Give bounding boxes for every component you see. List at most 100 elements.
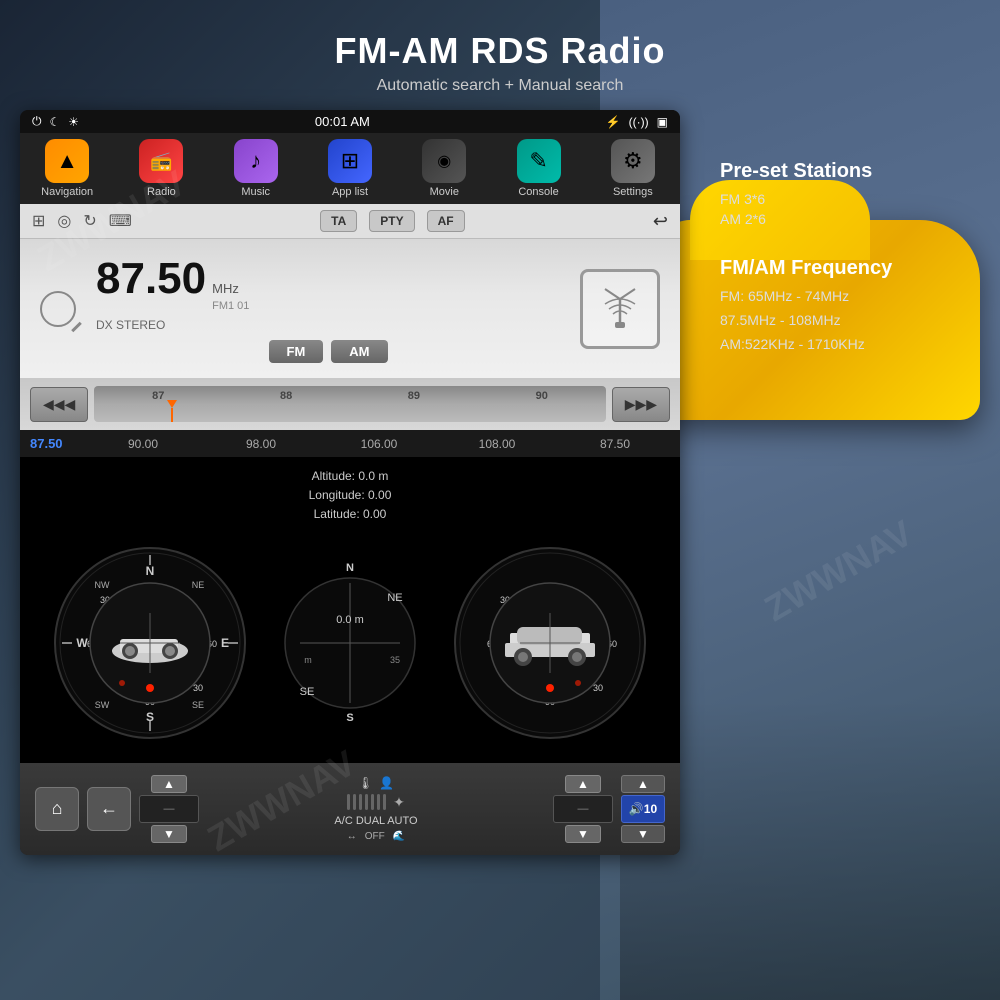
main-content: ZWWNAV ZWWNAV ZWWNAV FM-AM RDS Radio Aut…	[0, 0, 1000, 875]
equalizer-icon: ⊞	[32, 211, 45, 231]
page-subtitle: Automatic search + Manual search	[20, 77, 980, 95]
svg-text:E: E	[221, 636, 229, 650]
gps-section: Altitude: 0.0 m Longitude: 0.00 Latitude…	[20, 457, 680, 763]
frequency-unit: MHz FM1 01	[212, 281, 249, 314]
vol-value: 10	[644, 802, 657, 816]
applist-app-item[interactable]: ⊞ App list	[303, 139, 397, 198]
altitude-label: Altitude: 0.0 m	[35, 467, 665, 486]
climate-bar: ⌂ ← ▲ — ▼ 🌡 👤	[20, 763, 680, 855]
preset-5[interactable]: 87.50	[560, 437, 670, 451]
am-button[interactable]: AM	[331, 340, 387, 363]
vol-up-button[interactable]: ▲	[621, 775, 665, 793]
fm-button[interactable]: FM	[269, 340, 324, 363]
status-bar: ⏻ ☾ ☀ 00:01 AM ⚡ ((·)) ▣	[20, 110, 680, 133]
app-bar: ▲ Navigation 📻 Radio ♪ Music ⊞ App list …	[20, 133, 680, 204]
page-title: FM-AM RDS Radio	[20, 30, 980, 72]
nav-app-item[interactable]: ▲ Navigation	[20, 139, 114, 198]
repeat-icon: ↻	[83, 211, 96, 231]
tuner-mark-87: 87	[152, 390, 164, 402]
radio-app-item[interactable]: 📻 Radio	[114, 139, 208, 198]
latitude-label: Latitude: 0.00	[35, 505, 665, 524]
antenna-icon	[580, 269, 660, 349]
pty-button[interactable]: PTY	[369, 210, 414, 232]
temp-down-button[interactable]: ▼	[151, 825, 187, 843]
settings-icon: ⚙	[611, 139, 655, 183]
vent-line-2	[353, 794, 356, 810]
svg-text:S: S	[346, 712, 353, 724]
keyboard-icon: ⌨	[109, 211, 132, 231]
back-nav-button[interactable]: ←	[87, 787, 131, 831]
applist-label: App list	[332, 186, 368, 198]
preset-stations-title: Pre-set Stations	[720, 160, 980, 183]
ac-icons-row: 🌡 👤	[358, 776, 394, 790]
vol-down-button[interactable]: ▼	[621, 825, 665, 843]
movie-app-item[interactable]: ◉ Movie	[397, 139, 491, 198]
scan-icon: ◎	[57, 211, 71, 231]
next-button[interactable]: ▶▶▶	[612, 387, 670, 422]
ac-sub-row: ↔ OFF 🌊	[347, 831, 405, 842]
ta-button[interactable]: TA	[320, 210, 357, 232]
movie-icon: ◉	[422, 139, 466, 183]
console-app-item[interactable]: ✎ Console	[491, 139, 585, 198]
console-label: Console	[518, 186, 558, 198]
music-app-item[interactable]: ♪ Music	[209, 139, 303, 198]
off-label: OFF	[365, 831, 385, 842]
console-icon: ✎	[517, 139, 561, 183]
nav-icon: ▲	[45, 139, 89, 183]
vent-line-5	[371, 794, 374, 810]
fan-icon: ✦	[393, 794, 405, 811]
svg-text:SW: SW	[95, 700, 110, 710]
home-button[interactable]: ⌂	[35, 787, 79, 831]
svg-text:SE: SE	[300, 686, 315, 698]
radio-controls-bar: ⊞ ◎ ↻ ⌨ TA PTY AF ↩	[20, 204, 680, 239]
prev-button[interactable]: ◀◀◀	[30, 387, 88, 422]
power-icon: ⏻	[32, 114, 42, 129]
usb-icon: ⚡	[606, 115, 621, 129]
preset-2[interactable]: 98.00	[206, 437, 316, 451]
temp-up-button[interactable]: ▲	[151, 775, 187, 793]
device-screen: ⏻ ☾ ☀ 00:01 AM ⚡ ((·)) ▣ ▲ Navigation 📻 …	[20, 110, 680, 855]
nav-label: Navigation	[41, 186, 93, 198]
ac-temp-icon: 🌡	[358, 776, 373, 790]
compass-svg: N S NE SE 0.0 m m 35	[280, 543, 420, 743]
speaker-icon: 🔊	[629, 802, 644, 816]
preset-4[interactable]: 108.00	[442, 437, 552, 451]
gps-info: Altitude: 0.0 m Longitude: 0.00 Latitude…	[35, 467, 665, 525]
dx-stereo-label: DX STEREO	[96, 318, 560, 332]
preset-active[interactable]: 87.50	[30, 436, 80, 451]
fm-am-toggle: FM AM	[96, 340, 560, 363]
radio-icon: 📻	[139, 139, 183, 183]
vol-display: 🔊 10	[621, 795, 665, 823]
volume-control: ▲ 🔊 10 ▼	[621, 775, 665, 843]
settings-app-item[interactable]: ⚙ Settings	[586, 139, 680, 198]
tuner-bar[interactable]: 87 88 89 90	[94, 386, 605, 422]
right-temp-down-button[interactable]: ▼	[565, 825, 601, 843]
moon-icon: ☾	[50, 115, 61, 129]
window-icon: ▣	[657, 115, 668, 129]
right-temp-up-button[interactable]: ▲	[565, 775, 601, 793]
af-button[interactable]: AF	[427, 210, 465, 232]
music-label: Music	[241, 186, 270, 198]
settings-label: Settings	[613, 186, 653, 198]
seat-icon: 👤	[379, 776, 394, 790]
wifi-icon: ((·))	[629, 115, 649, 129]
watermark-2: ZWWNAV	[757, 512, 919, 630]
svg-text:m: m	[304, 655, 312, 665]
movie-label: Movie	[430, 186, 459, 198]
frequency-title: FM/AM Frequency	[720, 257, 980, 280]
gauges-row: N S W E NE SE NW SW 90 90 60 60 30	[35, 533, 665, 753]
temp-display: —	[139, 795, 199, 823]
preset-1[interactable]: 90.00	[88, 437, 198, 451]
right-panel: Pre-set Stations FM 3*6 AM 2*6 FM/AM Fre…	[720, 160, 980, 382]
tuner-mark-88: 88	[280, 390, 292, 402]
back-button[interactable]: ↩	[653, 211, 668, 232]
svg-text:NE: NE	[387, 592, 402, 604]
left-temp-control: ▲ — ▼	[139, 775, 199, 843]
preset-3[interactable]: 106.00	[324, 437, 434, 451]
brightness-icon: ☀	[68, 115, 79, 129]
freq-item-2: 87.5MHz - 108MHz	[720, 312, 980, 328]
tuner-section: ◀◀◀ 87 88 89 90 ▶▶▶	[20, 378, 680, 430]
freq-item-1: FM: 65MHz - 74MHz	[720, 288, 980, 304]
svg-text:SE: SE	[192, 700, 204, 710]
radio-label: Radio	[147, 186, 176, 198]
